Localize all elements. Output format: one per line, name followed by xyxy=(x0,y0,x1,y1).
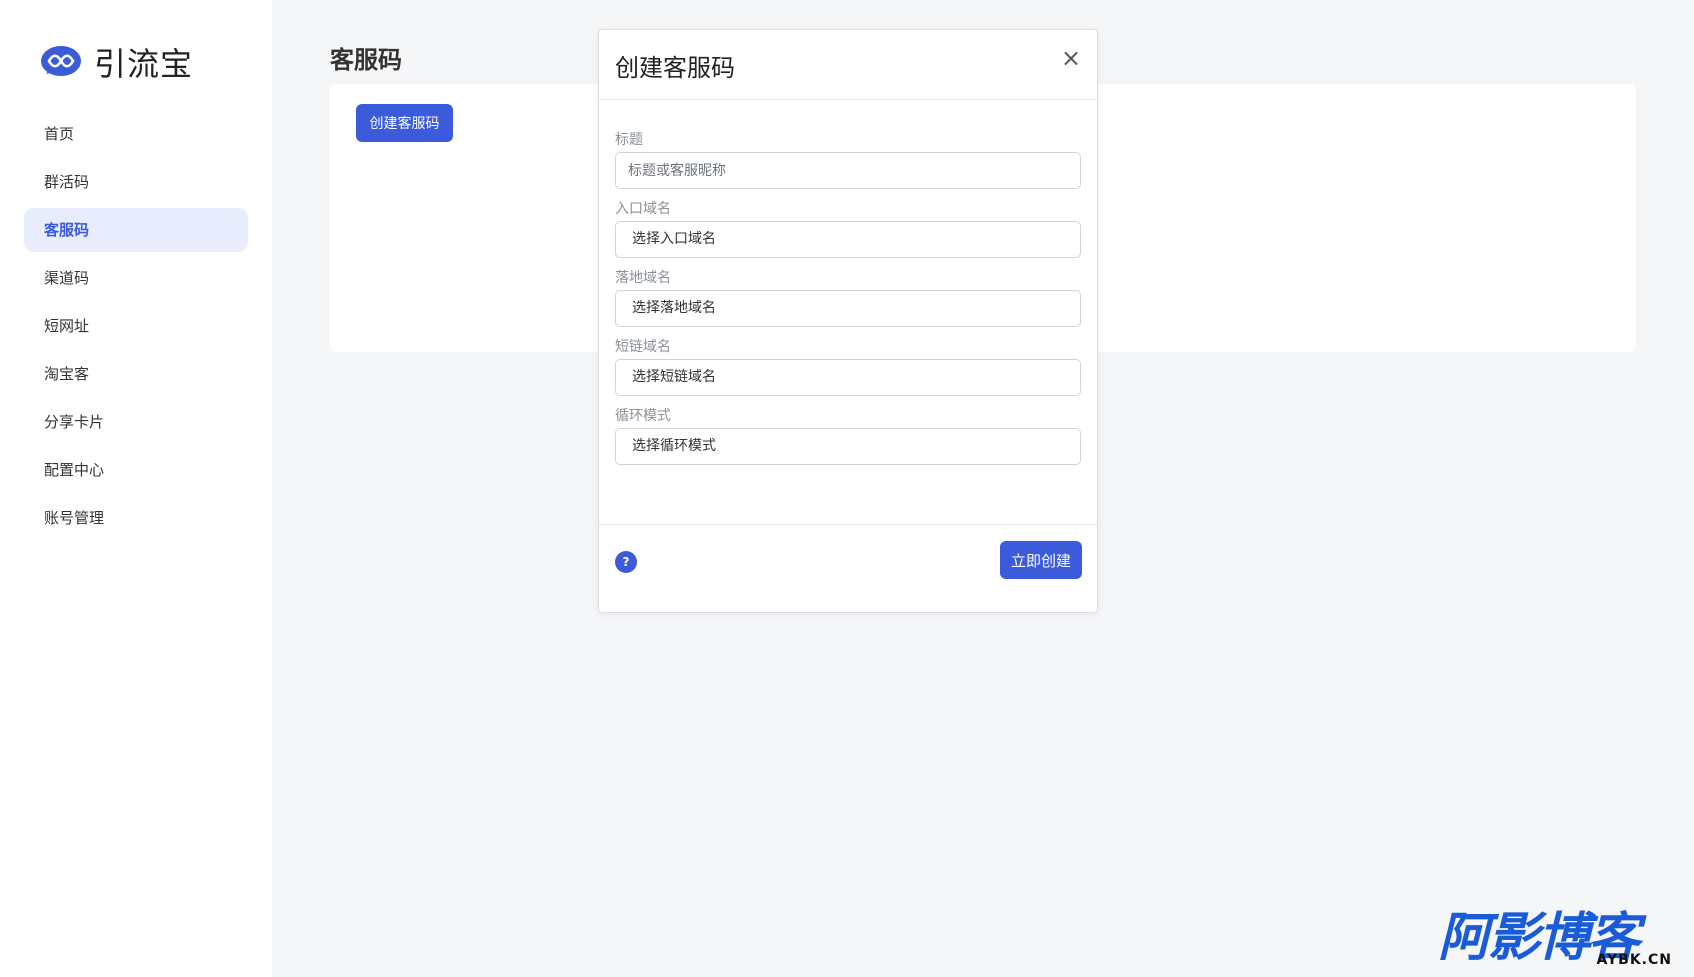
sidebar-item-service-qrcode[interactable]: 客服码 xyxy=(24,208,248,252)
app-root: 引流宝 首页 群活码 客服码 渠道码 短网址 淘宝客 分享卡片 配置中心 账号管… xyxy=(0,0,1694,977)
loop-mode-select[interactable]: 选择循环模式 xyxy=(615,428,1081,465)
watermark-sub-text: AYBK.CN xyxy=(1596,952,1672,968)
sidebar-item-channel-qrcode[interactable]: 渠道码 xyxy=(24,256,248,300)
loop-mode-field: 循环模式 选择循环模式 xyxy=(615,406,1081,465)
short-link-domain-field: 短链域名 选择短链域名 xyxy=(615,337,1081,396)
loop-mode-label: 循环模式 xyxy=(615,408,671,424)
question-circle-icon[interactable]: ? xyxy=(615,551,637,573)
close-icon[interactable]: × xyxy=(1059,46,1083,70)
title-field: 标题 xyxy=(615,130,1081,189)
landing-domain-label: 落地域名 xyxy=(615,270,671,286)
page-title: 客服码 xyxy=(330,46,402,74)
sidebar-item-account-management[interactable]: 账号管理 xyxy=(24,496,248,540)
create-service-qrcode-button[interactable]: 创建客服码 xyxy=(356,104,453,142)
title-input[interactable] xyxy=(615,152,1081,189)
sidebar-item-short-url[interactable]: 短网址 xyxy=(24,304,248,348)
sidebar-item-taobaoke[interactable]: 淘宝客 xyxy=(24,352,248,396)
sidebar-item-home[interactable]: 首页 xyxy=(24,112,248,156)
watermark-logo: 阿影博客 AYBK.CN xyxy=(1438,910,1678,970)
sidebar: 引流宝 首页 群活码 客服码 渠道码 短网址 淘宝客 分享卡片 配置中心 账号管… xyxy=(0,0,272,977)
brand-logo[interactable]: 引流宝 xyxy=(40,40,193,84)
submit-create-button[interactable]: 立即创建 xyxy=(1000,541,1082,579)
sidebar-nav: 首页 群活码 客服码 渠道码 短网址 淘宝客 分享卡片 配置中心 账号管理 xyxy=(24,112,248,544)
entry-domain-field: 入口域名 选择入口域名 xyxy=(615,199,1081,258)
sidebar-item-group-qrcode[interactable]: 群活码 xyxy=(24,160,248,204)
modal-title: 创建客服码 xyxy=(615,54,735,82)
sidebar-item-share-card[interactable]: 分享卡片 xyxy=(24,400,248,444)
modal-body: 标题 入口域名 选择入口域名 落地域名 选择落地域名 短链域名 选择短链域名 循… xyxy=(599,100,1097,465)
infinity-bubble-icon xyxy=(41,46,81,76)
entry-domain-label: 入口域名 xyxy=(615,201,671,217)
landing-domain-select[interactable]: 选择落地域名 xyxy=(615,290,1081,327)
modal-header: 创建客服码 × xyxy=(599,30,1097,100)
entry-domain-select[interactable]: 选择入口域名 xyxy=(615,221,1081,258)
short-link-domain-label: 短链域名 xyxy=(615,339,671,355)
landing-domain-field: 落地域名 选择落地域名 xyxy=(615,268,1081,327)
sidebar-item-config-center[interactable]: 配置中心 xyxy=(24,448,248,492)
modal-footer: ? 立即创建 xyxy=(599,524,1097,612)
create-service-qrcode-modal: 创建客服码 × 标题 入口域名 选择入口域名 落地域名 选择落地域名 短链域名 … xyxy=(598,29,1098,613)
brand-name: 引流宝 xyxy=(94,45,194,83)
title-label: 标题 xyxy=(615,132,643,148)
short-link-domain-select[interactable]: 选择短链域名 xyxy=(615,359,1081,396)
